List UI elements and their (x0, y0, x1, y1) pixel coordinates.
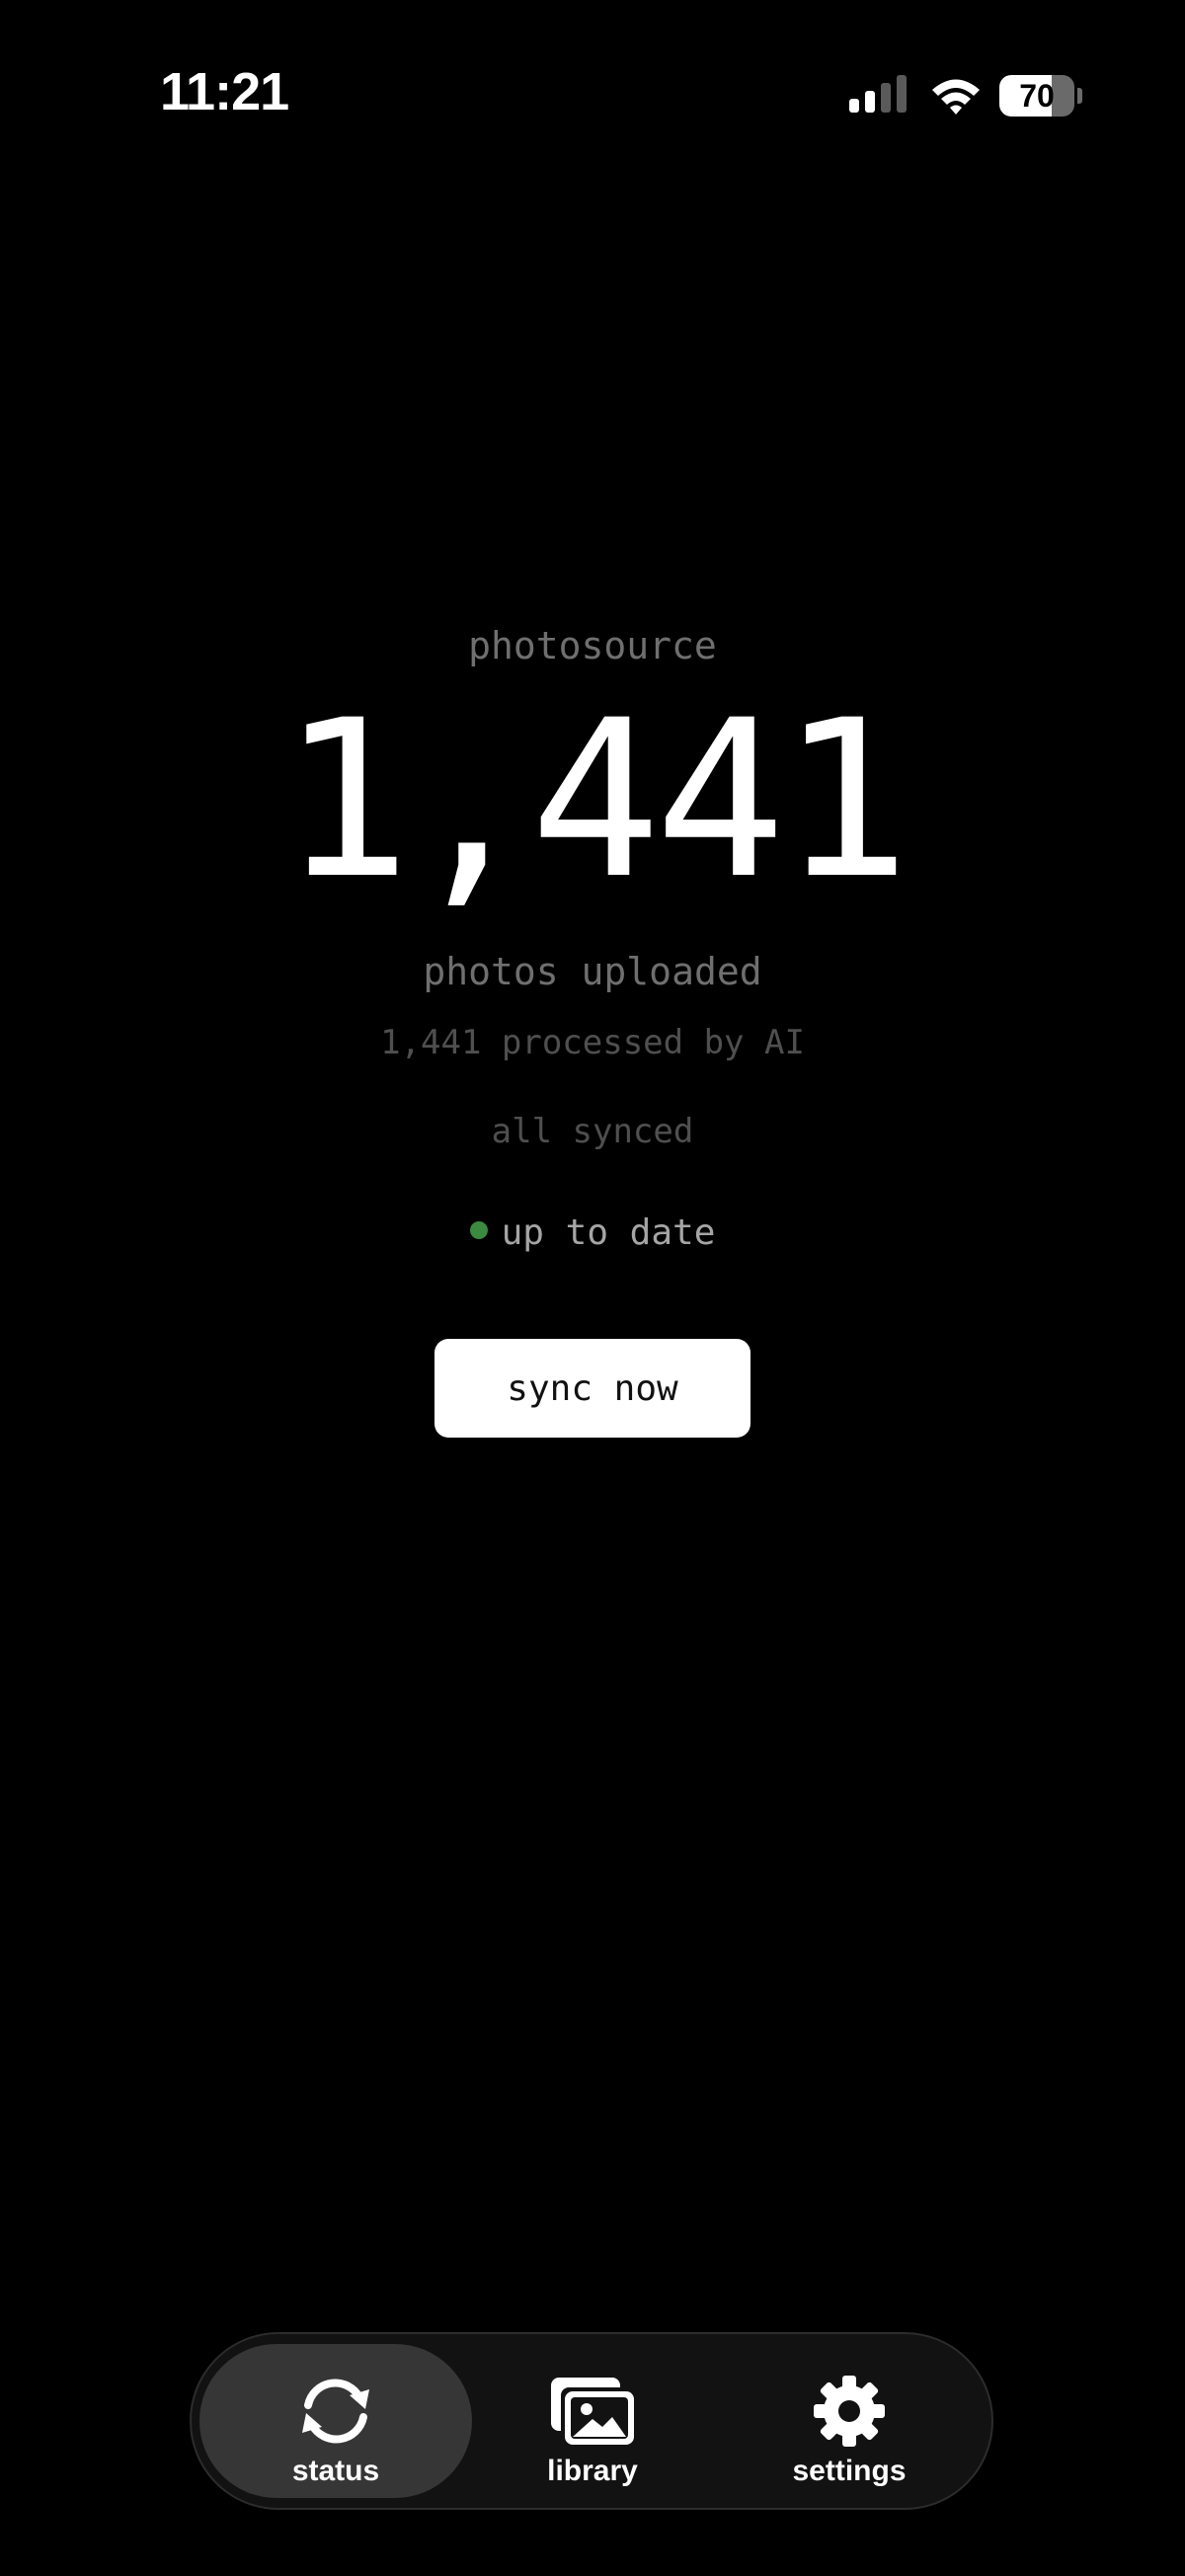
status-bar-time: 11:21 (160, 62, 289, 121)
tab-settings[interactable]: settings (713, 2344, 986, 2498)
tab-bar: status library settings (190, 2332, 993, 2510)
photo-count: 1,441 (279, 673, 910, 926)
status-indicator: up to date (0, 1212, 1185, 1253)
gear-icon (814, 2376, 885, 2447)
processed-count-text: 1,441 processed by AI (380, 1023, 805, 1062)
sync-now-button[interactable]: sync now (434, 1339, 750, 1438)
tab-library[interactable]: library (456, 2344, 729, 2498)
wifi-icon (932, 79, 980, 115)
status-dot-icon (469, 1221, 488, 1239)
app-title: photosource (468, 624, 717, 667)
tab-settings-label: settings (792, 2455, 907, 2487)
tab-status[interactable]: status (199, 2344, 472, 2498)
sync-icon (302, 2379, 369, 2444)
battery-level-text: 70 (1019, 78, 1055, 114)
tab-library-label: library (547, 2455, 638, 2487)
sync-state-text: all synced (491, 1112, 694, 1151)
photo-library-icon (551, 2378, 634, 2445)
cellular-signal-icon (849, 75, 907, 113)
status-text: up to date (501, 1212, 716, 1253)
photo-count-label: photos uploaded (423, 950, 762, 993)
battery-indicator: 70 (999, 75, 1082, 117)
tab-status-label: status (291, 2455, 380, 2487)
status-bar-icons: 70 (847, 73, 1084, 118)
